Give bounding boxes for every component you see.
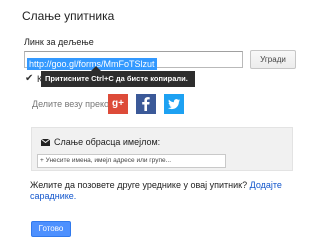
share-link-label: Линк за дељење bbox=[24, 37, 94, 47]
share-link-field[interactable]: http://goo.gl/forms/MmFoTSlzut bbox=[24, 51, 243, 70]
google-plus-icon[interactable]: g+ bbox=[108, 94, 128, 114]
share-via-label: Делите везу преко bbox=[32, 99, 110, 109]
collaborators-prompt: Желите да позовете друге уреднике у овај… bbox=[30, 180, 290, 202]
tooltip-arrow bbox=[91, 66, 101, 71]
twitter-icon[interactable] bbox=[164, 94, 184, 114]
envelope-icon bbox=[40, 138, 51, 146]
email-recipients-input[interactable]: + Унесите имена, имејл адресе или групе.… bbox=[37, 154, 226, 168]
email-heading: Слање обрасца имејлом: bbox=[40, 137, 161, 147]
done-button[interactable]: Готово bbox=[31, 221, 71, 237]
email-form-panel: Слање обрасца имејлом: + Унесите имена, … bbox=[31, 127, 293, 171]
shorten-url-checkbox[interactable]: ✔ К bbox=[25, 73, 42, 85]
dialog-title: Слање упитника bbox=[22, 9, 115, 23]
checkmark-icon[interactable]: ✔ bbox=[25, 73, 33, 84]
facebook-icon[interactable] bbox=[136, 94, 156, 114]
collaborators-question: Желите да позовете друге уреднике у овај… bbox=[30, 180, 248, 190]
tooltip-text: Притисните Ctrl+C да бисте копирали. bbox=[45, 74, 188, 83]
google-plus-icon-glyph: g+ bbox=[112, 98, 124, 109]
copy-tooltip: Притисните Ctrl+C да бисте копирали. bbox=[41, 66, 195, 87]
email-heading-text: Слање обрасца имејлом: bbox=[54, 137, 161, 147]
embed-button[interactable]: Угради bbox=[250, 50, 296, 69]
